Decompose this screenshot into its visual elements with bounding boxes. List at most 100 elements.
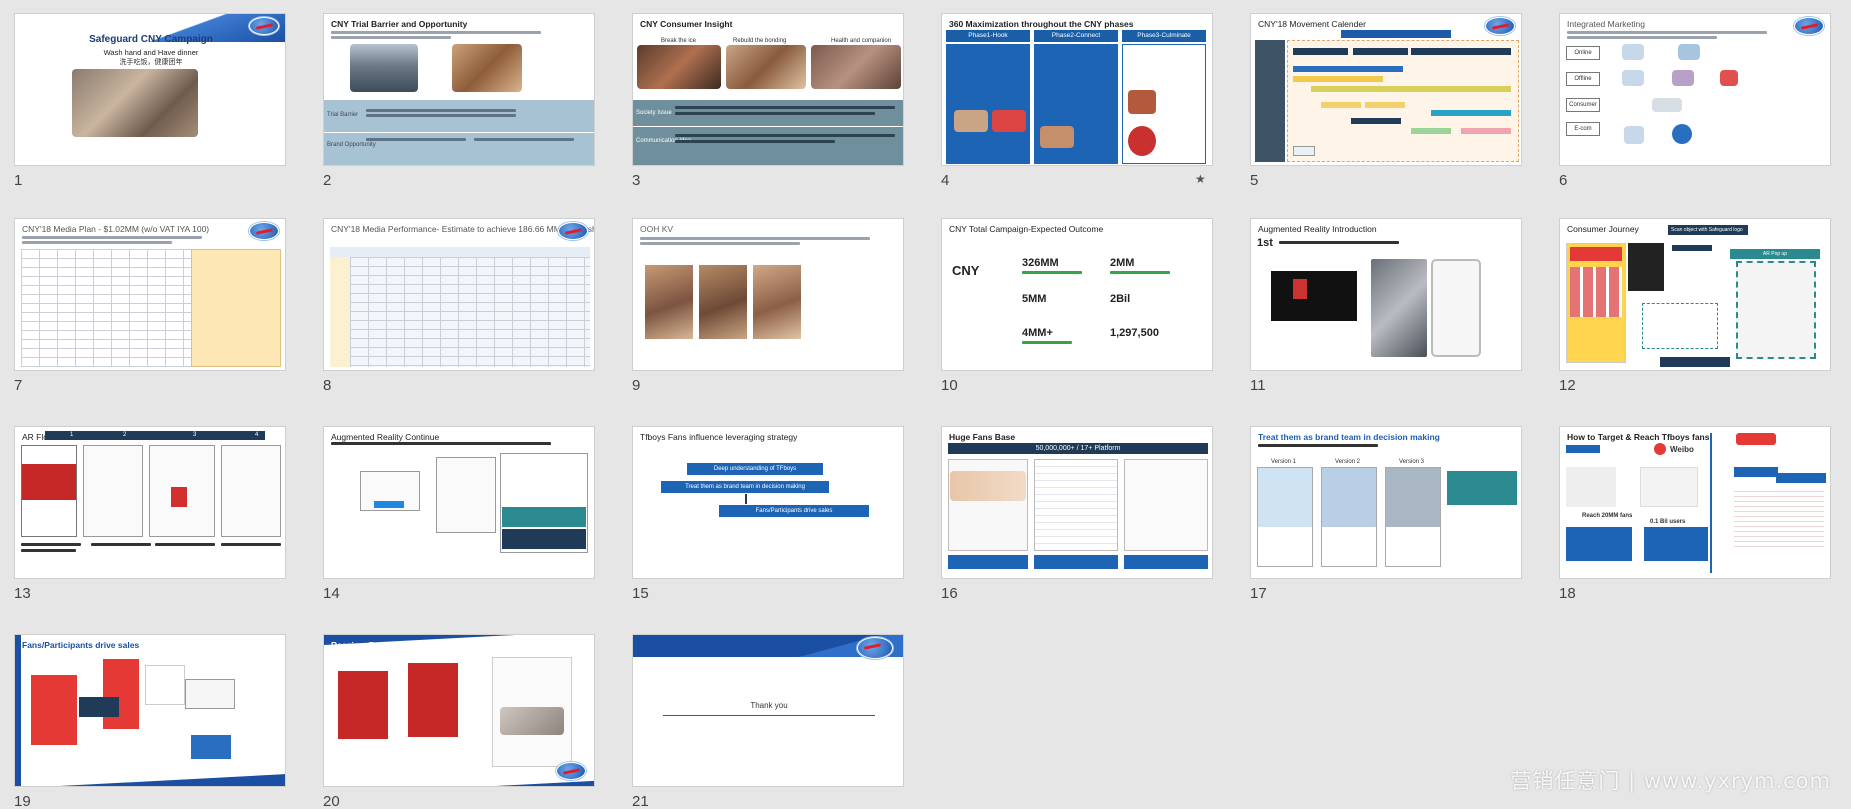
slide-1-title: Safeguard CNY Campaign bbox=[89, 34, 213, 45]
row-consumer: Consumer bbox=[1566, 98, 1600, 112]
slide-thumbnail-1[interactable]: Safeguard CNY Campaign Wash hand and Hav… bbox=[14, 13, 286, 166]
slide-cell-11: Augmented Reality Introduction 1st 11 bbox=[1236, 205, 1545, 410]
phone-mockup bbox=[1431, 259, 1481, 357]
slide-number-19: 19 bbox=[14, 793, 31, 809]
slide-thumbnail-21[interactable]: Thank you bbox=[632, 634, 904, 787]
watermark: 营销任意门 | www.yxrym.com bbox=[1510, 769, 1831, 793]
slide-20-title: Receiver Received Greeting Card bbox=[331, 640, 466, 650]
slide-number-7: 7 bbox=[14, 377, 23, 394]
weibo-icon bbox=[1654, 443, 1666, 455]
slide-cell-20: Receiver Received Greeting Card 20 bbox=[309, 621, 618, 809]
safeguard-logo-icon bbox=[1794, 17, 1824, 35]
slide-cell-18: How to Target & Reach Tfboys fans Weibo … bbox=[1545, 413, 1851, 618]
ar-video-frame bbox=[1271, 271, 1357, 321]
slide-number-14: 14 bbox=[323, 585, 340, 602]
phase1-column bbox=[946, 44, 1030, 164]
slide-number-5: 5 bbox=[1250, 172, 1259, 189]
weibo-label: Weibo bbox=[1670, 445, 1694, 454]
slide-cell-15: Tfboys Fans influence leveraging strateg… bbox=[618, 413, 927, 618]
phase1-chevron: Phase1-Hook bbox=[946, 30, 1030, 42]
slide-cell-6: Integrated Marketing Online Offline Cons… bbox=[1545, 0, 1851, 205]
caption-break-ice: Break the ice bbox=[661, 38, 697, 44]
step-4: 4 bbox=[255, 432, 259, 438]
slide-cell-1: Safeguard CNY Campaign Wash hand and Hav… bbox=[0, 0, 309, 205]
trial-barrier-label: Trial Barrier bbox=[327, 112, 359, 118]
slide-number-8: 8 bbox=[323, 377, 332, 394]
slide-number-10: 10 bbox=[941, 377, 958, 394]
slide-thumbnail-14[interactable]: Augmented Reality Continue bbox=[323, 426, 595, 579]
stat-viewership: 326MM bbox=[1022, 257, 1059, 269]
slide-thumbnail-20[interactable]: Receiver Received Greeting Card bbox=[323, 634, 595, 787]
animation-star-icon[interactable]: ★ bbox=[1195, 172, 1206, 186]
slide-thumbnail-7[interactable]: CNY'18 Media Plan - $1.02MM (w/o VAT IYA… bbox=[14, 218, 286, 371]
safeguard-logo-icon bbox=[556, 762, 586, 780]
slide-11-title: Augmented Reality Introduction bbox=[1258, 224, 1377, 234]
strategy-step-2: Treat them as brand team in decision mak… bbox=[661, 481, 829, 493]
slide-cell-21: Thank you 21 bbox=[618, 621, 927, 809]
media-performance-table bbox=[350, 257, 590, 367]
slide-thumbnail-8[interactable]: CNY'18 Media Performance- Estimate to ac… bbox=[323, 218, 595, 371]
safeguard-logo-icon bbox=[558, 222, 588, 240]
version-3-poster bbox=[1385, 467, 1441, 567]
slide-thumbnail-6[interactable]: Integrated Marketing Online Offline Cons… bbox=[1559, 13, 1831, 166]
slide-thumbnail-19[interactable]: Fans/Participants drive sales bbox=[14, 634, 286, 787]
first-label: 1st bbox=[1257, 237, 1273, 249]
slide-thumbnail-13[interactable]: AR Flow 1 2 3 4 bbox=[14, 426, 286, 579]
society-issue-label: Society Issue bbox=[636, 110, 672, 116]
slide-6-title: Integrated Marketing bbox=[1567, 19, 1645, 29]
slide-number-3: 3 bbox=[632, 172, 641, 189]
stat-engagement: 2MM bbox=[1110, 257, 1135, 269]
step-3: 3 bbox=[193, 432, 197, 438]
slide-sorter-grid: Safeguard CNY Campaign Wash hand and Hav… bbox=[0, 0, 1851, 809]
slide-thumbnail-17[interactable]: Treat them as brand team in decision mak… bbox=[1250, 426, 1522, 579]
slide-cell-16: Huge Fans Base 50,000,000+ / 17+ Platfor… bbox=[927, 413, 1236, 618]
slide-number-4: 4 bbox=[941, 172, 950, 189]
slide-1-subtitle: Wash hand and Have dinner bbox=[103, 48, 199, 57]
strategy-step-3: Fans/Participants drive sales bbox=[719, 505, 869, 517]
greeting-card-front bbox=[338, 671, 388, 739]
slide-thumbnail-11[interactable]: Augmented Reality Introduction 1st bbox=[1250, 218, 1522, 371]
slide-18-title: How to Target & Reach Tfboys fans bbox=[1567, 432, 1710, 442]
slide-thumbnail-18[interactable]: How to Target & Reach Tfboys fans Weibo … bbox=[1559, 426, 1831, 579]
slide-thumbnail-10[interactable]: CNY Total Campaign-Expected Outcome CNY … bbox=[941, 218, 1213, 371]
slide-thumbnail-2[interactable]: CNY Trial Barrier and Opportunity Trial … bbox=[323, 13, 595, 166]
slide-5-title: CNY'18 Movement Calender bbox=[1258, 19, 1366, 29]
version-2-label: Version 2 bbox=[1335, 459, 1361, 465]
kv-poster-3 bbox=[753, 265, 801, 339]
scan-callout: Scan object with Safeguard logo bbox=[1668, 225, 1748, 235]
slide-cell-5: CNY'18 Movement Calender 5 bbox=[1236, 0, 1545, 205]
photo-health bbox=[811, 45, 901, 89]
slide-thumbnail-4[interactable]: 360 Maximization throughout the CNY phas… bbox=[941, 13, 1213, 166]
row-offline: Offline bbox=[1566, 72, 1600, 86]
cny-label: CNY bbox=[952, 263, 980, 278]
scan-hint-box bbox=[1642, 303, 1718, 349]
info-band bbox=[633, 100, 903, 165]
slide-thumbnail-16[interactable]: Huge Fans Base 50,000,000+ / 17+ Platfor… bbox=[941, 426, 1213, 579]
thank-you-text: Thank you bbox=[750, 701, 788, 710]
slide-number-9: 9 bbox=[632, 377, 641, 394]
safeguard-logo-icon bbox=[857, 637, 893, 659]
slide-thumbnail-15[interactable]: Tfboys Fans influence leveraging strateg… bbox=[632, 426, 904, 579]
slide-thumbnail-12[interactable]: Consumer Journey Scan object with Safegu… bbox=[1559, 218, 1831, 371]
stat-participation: 1,297,500 bbox=[1110, 327, 1159, 339]
slide-number-2: 2 bbox=[323, 172, 332, 189]
slide-4-title: 360 Maximization throughout the CNY phas… bbox=[949, 19, 1134, 29]
slide-number-16: 16 bbox=[941, 585, 958, 602]
slide-8-title: CNY'18 Media Performance- Estimate to ac… bbox=[331, 224, 595, 234]
slide-2-title: CNY Trial Barrier and Opportunity bbox=[331, 19, 468, 29]
slide-number-20: 20 bbox=[323, 793, 340, 809]
slide-cell-10: CNY Total Campaign-Expected Outcome CNY … bbox=[927, 205, 1236, 410]
fans-base-banner: 50,000,000+ / 17+ Platform bbox=[948, 443, 1208, 454]
caption-health-companion: Health and companion bbox=[831, 38, 892, 44]
photo-break-ice bbox=[637, 45, 721, 89]
slide-thumbnail-5[interactable]: CNY'18 Movement Calender bbox=[1250, 13, 1522, 166]
frame-2 bbox=[83, 445, 143, 537]
photo-rebuild-bonding bbox=[726, 45, 806, 89]
slide-10-title: CNY Total Campaign-Expected Outcome bbox=[949, 224, 1104, 234]
slide-16-title: Huge Fans Base bbox=[949, 432, 1016, 442]
slide-thumbnail-9[interactable]: OOH KV bbox=[632, 218, 904, 371]
row-online: Online bbox=[1566, 46, 1600, 60]
stat-original: 5MM bbox=[1022, 293, 1047, 305]
version-3-label: Version 3 bbox=[1399, 459, 1425, 465]
slide-thumbnail-3[interactable]: CNY Consumer Insight Break the ice Rebui… bbox=[632, 13, 904, 166]
